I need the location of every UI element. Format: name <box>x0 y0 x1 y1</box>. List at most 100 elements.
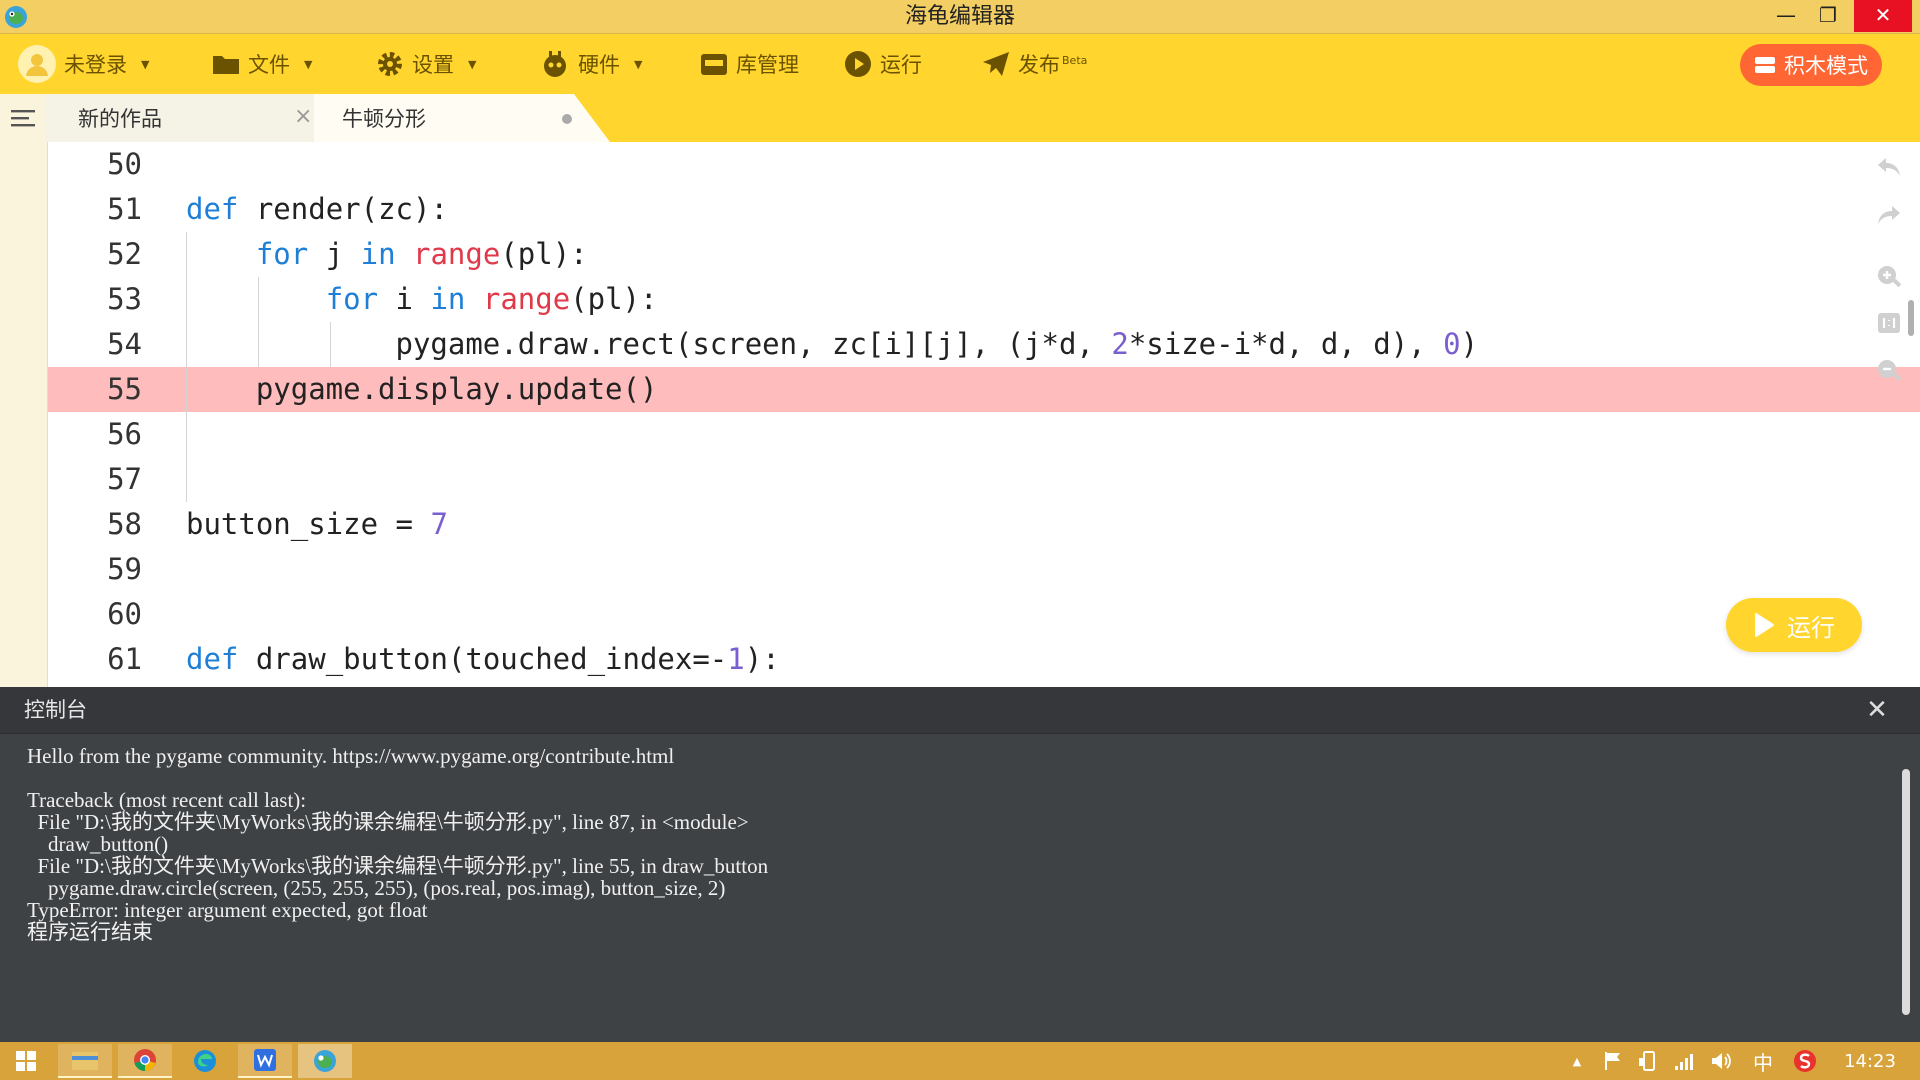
hardware-menu[interactable]: 硬件 ▼ <box>540 34 642 94</box>
taskbar-chrome[interactable] <box>118 1044 172 1078</box>
code-line[interactable]: 58 button_size = 7 <box>48 502 1920 547</box>
login-label: 未登录 <box>64 53 127 77</box>
action-center-flag[interactable] <box>1598 1042 1628 1080</box>
turtle-app-icon <box>314 1050 336 1072</box>
close-window-button[interactable]: ✕ <box>1854 0 1912 32</box>
console-line: TypeError: integer argument expected, go… <box>27 898 428 922</box>
sogou-ime-tray[interactable] <box>1790 1042 1820 1080</box>
editor-scrollbar[interactable] <box>1908 300 1914 336</box>
code-line[interactable]: 57 <box>48 457 1920 502</box>
line-number: 58 <box>107 507 142 541</box>
file-menu[interactable]: 文件 ▼ <box>212 34 312 94</box>
library-menu[interactable]: 库管理 <box>700 34 799 94</box>
start-button[interactable] <box>0 1044 52 1078</box>
code-line[interactable]: 61 def draw_button(touched_index=-1): <box>48 637 1920 682</box>
code-line[interactable]: 54 pygame.draw.rect(screen, zc[i][j], (j… <box>48 322 1920 367</box>
taskbar-clock[interactable]: 14:23 <box>1834 1042 1906 1080</box>
tray-expand-button[interactable]: ▲ <box>1566 1042 1588 1080</box>
line-number: 52 <box>107 237 142 271</box>
undo-button[interactable] <box>1874 152 1904 182</box>
console-output[interactable]: Hello from the pygame community. https:/… <box>27 743 1877 944</box>
console-panel: 控制台 ✕ Hello from the pygame community. h… <box>0 687 1920 1042</box>
tab-newton-fractal[interactable]: 牛顿分形 <box>314 94 610 142</box>
tab-new-work[interactable]: 新的作品 × <box>46 94 316 142</box>
network-tray-button[interactable] <box>1670 1042 1700 1080</box>
tab-bar: 新的作品 × 牛顿分形 <box>0 94 1920 142</box>
zoom-in-button[interactable] <box>1874 262 1904 292</box>
console-scrollbar[interactable] <box>1902 769 1910 1015</box>
run-button[interactable]: 运行 <box>1726 598 1862 652</box>
code-line[interactable]: 56 <box>48 412 1920 457</box>
line-number: 55 <box>107 372 142 406</box>
code-token: button_size = <box>186 507 431 541</box>
chevron-down-icon: ▼ <box>304 57 313 71</box>
blocks-mode-button[interactable]: 积木模式 <box>1740 44 1882 86</box>
code-token: (pl): <box>570 282 658 316</box>
zoom-out-button[interactable] <box>1874 356 1904 386</box>
gear-icon <box>378 52 402 76</box>
run-menu[interactable]: 运行 <box>844 34 922 94</box>
ime-indicator[interactable]: 中 <box>1748 1042 1778 1080</box>
paper-plane-icon <box>983 52 1009 76</box>
code-line[interactable]: 51 def render(zc): <box>48 187 1920 232</box>
code-token: 1 <box>727 642 745 676</box>
indent-guide <box>186 232 187 277</box>
code-token: i <box>378 282 431 316</box>
code-lines[interactable]: 50 51 def render(zc): 52 for j in range(pl)… <box>48 142 1920 682</box>
zoom-in-icon <box>1878 266 1902 288</box>
publish-menu[interactable]: 发布 Beta <box>982 34 1087 94</box>
code-token: pygame.display.update() <box>186 372 658 406</box>
sogou-icon <box>1794 1050 1816 1072</box>
publish-menu-label: 发布 <box>1018 53 1060 77</box>
code-editor[interactable]: 50 51 def render(zc): 52 for j in range(pl)… <box>0 142 1920 687</box>
console-line: File "D:\我的文件夹\MyWorks\我的课余编程\牛顿分形.py", … <box>27 854 769 878</box>
line-number: 60 <box>107 597 142 631</box>
code-line[interactable]: 50 <box>48 142 1920 187</box>
taskbar-wps[interactable] <box>238 1044 292 1078</box>
library-menu-label: 库管理 <box>736 53 799 77</box>
file-menu-label: 文件 <box>248 53 290 77</box>
windows-logo-icon <box>16 1051 36 1071</box>
volume-tray-button[interactable] <box>1706 1042 1736 1080</box>
device-icon <box>1639 1051 1655 1071</box>
settings-menu[interactable]: 设置 ▼ <box>376 34 476 94</box>
maximize-button[interactable]: ❐ <box>1806 0 1850 32</box>
code-line[interactable]: 60 <box>48 592 1920 637</box>
file-explorer-icon <box>72 1052 98 1070</box>
code-token: ) <box>1460 327 1479 361</box>
code-line[interactable]: 59 <box>48 547 1920 592</box>
reset-zoom-button[interactable] <box>1874 308 1904 338</box>
code-token: def <box>186 642 239 676</box>
hardware-menu-label: 硬件 <box>578 53 620 77</box>
chevron-down-icon: ▼ <box>468 57 477 71</box>
line-number: 56 <box>107 417 142 451</box>
redo-button[interactable] <box>1874 200 1904 230</box>
login-menu[interactable]: 未登录 ▼ <box>18 34 149 94</box>
minimize-button[interactable]: — <box>1764 0 1808 32</box>
taskbar-edge[interactable] <box>178 1044 232 1078</box>
unsaved-dot-icon[interactable] <box>562 114 572 124</box>
console-close-button[interactable]: ✕ <box>1862 695 1892 725</box>
sidebar-toggle-button[interactable] <box>0 94 46 142</box>
line-number: 59 <box>107 552 142 586</box>
edge-icon <box>194 1050 216 1072</box>
device-tray-button[interactable] <box>1634 1042 1664 1080</box>
code-text: pygame.display.update() <box>186 367 658 412</box>
hardware-icon <box>544 51 566 77</box>
code-line[interactable]: 53 for i in range(pl): <box>48 277 1920 322</box>
taskbar-file-explorer[interactable] <box>58 1044 112 1078</box>
console-line: Hello from the pygame community. https:/… <box>27 744 675 768</box>
code-token: def <box>186 192 239 226</box>
chrome-icon <box>134 1049 156 1071</box>
indent-guide <box>186 367 187 412</box>
line-number: 53 <box>107 282 142 316</box>
taskbar-turtle-editor[interactable] <box>298 1044 352 1078</box>
code-line-error[interactable]: 55 pygame.display.update() <box>48 367 1920 412</box>
tab-close-button[interactable]: × <box>294 104 312 129</box>
code-token: 2 <box>1111 327 1129 361</box>
console-line: draw_button() <box>27 832 169 856</box>
code-text: def render(zc): <box>186 187 448 232</box>
code-line[interactable]: 52 for j in range(pl): <box>48 232 1920 277</box>
